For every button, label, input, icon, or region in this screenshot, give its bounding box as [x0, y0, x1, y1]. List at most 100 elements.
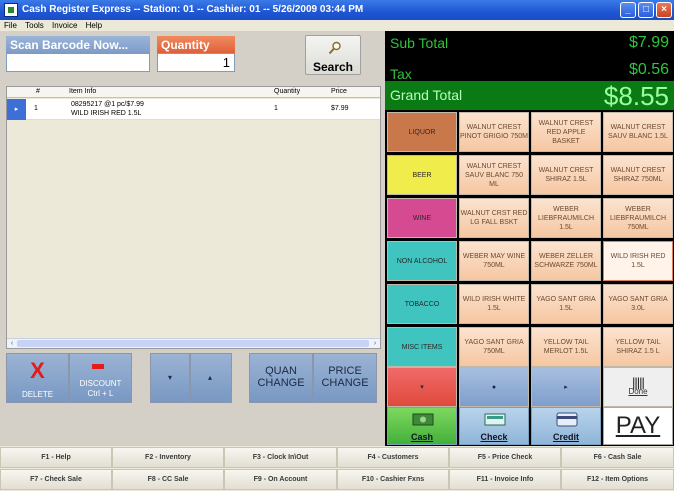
category-beer[interactable]: BEER: [387, 155, 457, 195]
item-key[interactable]: YELLOW TAIL MERLOT 1.5L: [531, 327, 601, 367]
fkey-f3[interactable]: F3 - Clock In\Out: [224, 447, 337, 468]
horizontal-scrollbar[interactable]: ‹ ›: [7, 338, 380, 348]
scan-label: Scan Barcode Now...: [6, 36, 150, 53]
quan-change-label1: QUAN: [265, 365, 297, 377]
item-key[interactable]: YAGO SANT GRIA 3.0L: [603, 284, 673, 324]
prev-page-button[interactable]: ●: [459, 367, 529, 407]
search-label: Search: [312, 60, 354, 74]
delete-x-icon: X: [30, 358, 45, 383]
items-grid[interactable]: # Item Info Quantity Price ▸ 1 08295217 …: [6, 86, 381, 349]
check-button[interactable]: Check: [459, 407, 529, 445]
fkey-f8[interactable]: F8 - CC Sale: [112, 469, 224, 490]
category-liquor[interactable]: LIQUOR: [387, 112, 457, 152]
scroll-up-button[interactable]: ▴: [190, 353, 232, 403]
menu-bar: File Tools Invoice Help: [0, 20, 674, 31]
fkey-f4[interactable]: F4 - Customers: [337, 447, 449, 468]
scroll-left-icon[interactable]: ‹: [7, 339, 17, 348]
price-change-label1: PRICE: [328, 365, 362, 377]
close-button[interactable]: ×: [656, 2, 672, 18]
menu-tools[interactable]: Tools: [25, 20, 44, 31]
item-key[interactable]: WALNUT CREST SAUV BLANC 750 ML: [459, 155, 529, 195]
item-key[interactable]: WILD IRISH WHITE 1.5L: [459, 284, 529, 324]
menu-file[interactable]: File: [4, 20, 17, 31]
fkey-f5[interactable]: F5 - Price Check: [449, 447, 561, 468]
quan-change-button[interactable]: QUAN CHANGE: [249, 353, 313, 403]
fkey-f10[interactable]: F10 - Cashier Fxns: [337, 469, 449, 490]
row-price: $7.99: [331, 105, 349, 112]
scroll-right-icon[interactable]: ›: [370, 339, 380, 348]
fkey-f6[interactable]: F6 - Cash Sale: [561, 447, 674, 468]
item-key[interactable]: WEBER ZELLER SCHWARZE 750ML: [531, 241, 601, 281]
scroll-down-button[interactable]: ▾: [150, 353, 190, 403]
fkey-f2[interactable]: F2 - Inventory: [112, 447, 224, 468]
transaction-panel: Scan Barcode Now... Quantity 1 Search # …: [0, 31, 385, 446]
table-row[interactable]: ▸ 1 08295217 @1 pc/$7.99 WILD IRISH RED …: [7, 99, 380, 120]
chevron-down-icon: ▾: [420, 383, 424, 391]
item-key[interactable]: WALNUT CREST PINOT GRIGIO 750M: [459, 112, 529, 152]
row-info-line1: 08295217 @1 pc/$7.99: [71, 101, 144, 108]
tax-label: Tax: [390, 66, 412, 82]
menu-help[interactable]: Help: [86, 20, 102, 31]
quan-change-label2: CHANGE: [257, 377, 305, 389]
item-key[interactable]: YELLOW TAIL SHIRAZ 1.5 L: [603, 327, 673, 367]
delete-button[interactable]: X DELETE: [6, 353, 69, 403]
chevron-up-icon: ▴: [208, 373, 213, 382]
credit-button[interactable]: Credit: [531, 407, 601, 445]
item-key[interactable]: WALNUT CREST SAUV BLANC 1.5L: [603, 112, 673, 152]
grand-total-label: Grand Total: [390, 87, 463, 103]
item-key[interactable]: YAGO SANT GRIA 750ML: [459, 327, 529, 367]
scroll-thumb[interactable]: [17, 340, 369, 347]
row-selector[interactable]: ▸: [7, 99, 26, 120]
price-change-button[interactable]: PRICE CHANGE: [313, 353, 377, 403]
chevron-right-icon: ▸: [564, 383, 568, 391]
scan-input[interactable]: [6, 53, 150, 72]
check-icon: [484, 413, 506, 426]
cash-button[interactable]: Cash: [387, 407, 457, 445]
action-buttons: X DELETE DISCOUNT Ctrl + L ▾ ▴ QUAN CHAN…: [0, 353, 385, 405]
page-down-button[interactable]: ▾: [387, 367, 457, 407]
fkey-f12[interactable]: F12 - Item Options: [561, 469, 674, 490]
category-wine[interactable]: WINE: [387, 198, 457, 238]
item-key[interactable]: WALNUT CREST SHIRAZ 750ML: [603, 155, 673, 195]
fkey-f7[interactable]: F7 - Check Sale: [0, 469, 112, 490]
chevron-down-icon: ▾: [168, 373, 173, 382]
category-misc-items[interactable]: MISC ITEMS: [387, 327, 457, 367]
quantity-label: Quantity: [157, 36, 235, 53]
item-key[interactable]: WEBER MAY WINE 750ML: [459, 241, 529, 281]
done-label: Done: [628, 387, 648, 396]
item-key[interactable]: WALNUT CREST RED APPLE BASKET: [531, 112, 601, 152]
fkey-f1[interactable]: F1 - Help: [0, 447, 112, 468]
item-key[interactable]: YAGO SANT GRIA 1.5L: [531, 284, 601, 324]
quantity-input[interactable]: 1: [157, 53, 235, 72]
search-button[interactable]: Search: [305, 35, 361, 75]
category-non-alcohol[interactable]: NON ALCOHOL: [387, 241, 457, 281]
check-label: Check: [480, 432, 508, 442]
dot-icon: ●: [491, 383, 497, 391]
minimize-button[interactable]: _: [620, 2, 636, 18]
done-button[interactable]: ||||| Done: [603, 367, 673, 407]
item-key-selected[interactable]: WILD IRISH RED 1.5L: [603, 241, 673, 281]
item-key[interactable]: WEBER LIEBFRAUMILCH 750ML: [603, 198, 673, 238]
row-info-line2: WILD IRISH RED 1.5L: [71, 110, 142, 117]
subtotal-value: $7.99: [628, 34, 669, 51]
row-num: 1: [34, 105, 38, 112]
credit-card-icon: [556, 412, 578, 427]
menu-invoice[interactable]: Invoice: [52, 20, 77, 31]
pay-button[interactable]: PAY: [603, 407, 673, 445]
fkey-f11[interactable]: F11 - Invoice Info: [449, 469, 561, 490]
window-title: Cash Register Express -- Station: 01 -- …: [22, 4, 364, 15]
item-key[interactable]: WEBER LIEBFRAUMILCH 1.5L: [531, 198, 601, 238]
maximize-button[interactable]: □: [638, 2, 654, 18]
item-key[interactable]: WALNUT CREST SHIRAZ 1.5L: [531, 155, 601, 195]
minus-icon: [92, 364, 104, 369]
register-panel: Sub Total $7.99 Tax $0.56 Grand Total $8…: [385, 31, 674, 446]
item-key[interactable]: WALNUT CRST RED LG FALL BSKT: [459, 198, 529, 238]
discount-button[interactable]: DISCOUNT Ctrl + L: [69, 353, 132, 403]
col-price: Price: [331, 88, 347, 95]
fkey-f9[interactable]: F9 - On Account: [224, 469, 337, 490]
category-tobacco[interactable]: TOBACCO: [387, 284, 457, 324]
grid-header: # Item Info Quantity Price: [7, 87, 380, 98]
next-page-button[interactable]: ▸: [531, 367, 601, 407]
app-icon: [4, 3, 18, 17]
delete-label: DELETE: [21, 390, 54, 399]
